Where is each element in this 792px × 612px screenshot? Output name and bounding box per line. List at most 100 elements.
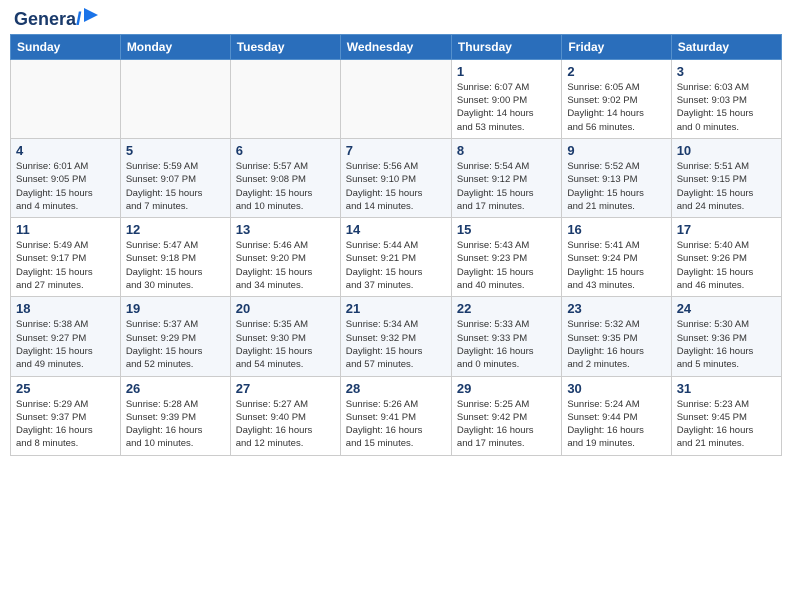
day-info: Sunrise: 5:24 AM Sunset: 9:44 PM Dayligh…	[567, 398, 665, 451]
weekday-header-saturday: Saturday	[671, 34, 781, 59]
day-info: Sunrise: 5:49 AM Sunset: 9:17 PM Dayligh…	[16, 239, 115, 292]
calendar-cell: 17Sunrise: 5:40 AM Sunset: 9:26 PM Dayli…	[671, 218, 781, 297]
calendar-cell: 25 Sunrise: 5:29 AM Sunset: 9:37 PM Dayli…	[11, 376, 121, 455]
day-info: Sunrise: 5:52 AM Sunset: 9:13 PM Dayligh…	[567, 160, 665, 213]
calendar-cell: 13 Sunrise: 5:46 AM Sunset: 9:20 PM Dayli…	[230, 218, 340, 297]
calendar-cell: 30 Sunrise: 5:24 AM Sunset: 9:44 PM Dayli…	[562, 376, 671, 455]
day-info: Sunrise: 5:28 AM Sunset: 9:39 PM Dayligh…	[126, 398, 225, 451]
calendar-cell: 24Sunrise: 5:30 AM Sunset: 9:36 PM Dayli…	[671, 297, 781, 376]
logo-text: General	[14, 10, 81, 30]
day-info: Sunrise: 5:29 AM Sunset: 9:37 PM Dayligh…	[16, 398, 115, 451]
day-info: Sunrise: 5:59 AM Sunset: 9:07 PM Dayligh…	[126, 160, 225, 213]
calendar-cell: 2Sunrise: 6:05 AM Sunset: 9:02 PM Daylig…	[562, 59, 671, 138]
calendar-cell: 20Sunrise: 5:35 AM Sunset: 9:30 PM Dayli…	[230, 297, 340, 376]
day-number: 6	[236, 143, 335, 158]
day-number: 12	[126, 222, 225, 237]
calendar-cell: 19 Sunrise: 5:37 AM Sunset: 9:29 PM Dayli…	[120, 297, 230, 376]
day-number: 31	[677, 381, 776, 396]
calendar-cell: 3 Sunrise: 6:03 AM Sunset: 9:03 PM Daylig…	[671, 59, 781, 138]
calendar-table: SundayMondayTuesdayWednesdayThursdayFrid…	[10, 34, 782, 456]
day-number: 23	[567, 301, 665, 316]
day-info: Sunrise: 6:05 AM Sunset: 9:02 PM Dayligh…	[567, 81, 665, 134]
day-info: Sunrise: 5:46 AM Sunset: 9:20 PM Dayligh…	[236, 239, 335, 292]
day-number: 9	[567, 143, 665, 158]
day-number: 30	[567, 381, 665, 396]
day-info: Sunrise: 5:43 AM Sunset: 9:23 PM Dayligh…	[457, 239, 556, 292]
day-info: Sunrise: 6:01 AM Sunset: 9:05 PM Dayligh…	[16, 160, 115, 213]
day-number: 27	[236, 381, 335, 396]
calendar-cell: 7 Sunrise: 5:56 AM Sunset: 9:10 PM Daylig…	[340, 138, 451, 217]
day-number: 14	[346, 222, 446, 237]
day-info: Sunrise: 5:51 AM Sunset: 9:15 PM Dayligh…	[677, 160, 776, 213]
calendar-week-3: 11Sunrise: 5:49 AM Sunset: 9:17 PM Dayli…	[11, 218, 782, 297]
weekday-header-friday: Friday	[562, 34, 671, 59]
day-info: Sunrise: 5:26 AM Sunset: 9:41 PM Dayligh…	[346, 398, 446, 451]
day-number: 26	[126, 381, 225, 396]
day-number: 8	[457, 143, 556, 158]
day-info: Sunrise: 5:37 AM Sunset: 9:29 PM Dayligh…	[126, 318, 225, 371]
calendar-week-4: 18 Sunrise: 5:38 AM Sunset: 9:27 PM Dayli…	[11, 297, 782, 376]
day-number: 13	[236, 222, 335, 237]
day-info: Sunrise: 5:44 AM Sunset: 9:21 PM Dayligh…	[346, 239, 446, 292]
day-info: Sunrise: 5:41 AM Sunset: 9:24 PM Dayligh…	[567, 239, 665, 292]
calendar-cell: 12 Sunrise: 5:47 AM Sunset: 9:18 PM Dayli…	[120, 218, 230, 297]
calendar-cell: 23 Sunrise: 5:32 AM Sunset: 9:35 PM Dayli…	[562, 297, 671, 376]
day-number: 22	[457, 301, 556, 316]
calendar-cell	[120, 59, 230, 138]
day-info: Sunrise: 5:57 AM Sunset: 9:08 PM Dayligh…	[236, 160, 335, 213]
calendar-week-5: 25 Sunrise: 5:29 AM Sunset: 9:37 PM Dayli…	[11, 376, 782, 455]
day-number: 21	[346, 301, 446, 316]
day-info: Sunrise: 5:34 AM Sunset: 9:32 PM Dayligh…	[346, 318, 446, 371]
day-number: 5	[126, 143, 225, 158]
weekday-header-monday: Monday	[120, 34, 230, 59]
calendar-cell: 11Sunrise: 5:49 AM Sunset: 9:17 PM Dayli…	[11, 218, 121, 297]
day-info: Sunrise: 5:23 AM Sunset: 9:45 PM Dayligh…	[677, 398, 776, 451]
calendar-cell: 9 Sunrise: 5:52 AM Sunset: 9:13 PM Daylig…	[562, 138, 671, 217]
calendar-cell: 15Sunrise: 5:43 AM Sunset: 9:23 PM Dayli…	[451, 218, 561, 297]
weekday-header-sunday: Sunday	[11, 34, 121, 59]
calendar-cell: 21 Sunrise: 5:34 AM Sunset: 9:32 PM Dayli…	[340, 297, 451, 376]
page-header: General	[10, 10, 782, 26]
day-number: 4	[16, 143, 115, 158]
calendar-cell: 31 Sunrise: 5:23 AM Sunset: 9:45 PM Dayli…	[671, 376, 781, 455]
logo-general-italic: l	[76, 9, 81, 29]
day-number: 24	[677, 301, 776, 316]
day-info: Sunrise: 5:33 AM Sunset: 9:33 PM Dayligh…	[457, 318, 556, 371]
day-info: Sunrise: 5:25 AM Sunset: 9:42 PM Dayligh…	[457, 398, 556, 451]
calendar-cell	[230, 59, 340, 138]
day-info: Sunrise: 5:32 AM Sunset: 9:35 PM Dayligh…	[567, 318, 665, 371]
day-number: 28	[346, 381, 446, 396]
calendar-cell: 26 Sunrise: 5:28 AM Sunset: 9:39 PM Dayli…	[120, 376, 230, 455]
day-number: 7	[346, 143, 446, 158]
day-number: 1	[457, 64, 556, 79]
day-number: 19	[126, 301, 225, 316]
weekday-header-wednesday: Wednesday	[340, 34, 451, 59]
calendar-cell: 1 Sunrise: 6:07 AM Sunset: 9:00 PM Daylig…	[451, 59, 561, 138]
day-number: 18	[16, 301, 115, 316]
calendar-cell: 27 Sunrise: 5:27 AM Sunset: 9:40 PM Dayli…	[230, 376, 340, 455]
day-number: 3	[677, 64, 776, 79]
day-number: 25	[16, 381, 115, 396]
logo: General	[14, 10, 102, 26]
day-number: 10	[677, 143, 776, 158]
calendar-cell	[340, 59, 451, 138]
calendar-cell: 10 Sunrise: 5:51 AM Sunset: 9:15 PM Dayli…	[671, 138, 781, 217]
calendar-cell: 5 Sunrise: 5:59 AM Sunset: 9:07 PM Daylig…	[120, 138, 230, 217]
day-info: Sunrise: 5:27 AM Sunset: 9:40 PM Dayligh…	[236, 398, 335, 451]
calendar-cell: 8 Sunrise: 5:54 AM Sunset: 9:12 PM Daylig…	[451, 138, 561, 217]
day-number: 16	[567, 222, 665, 237]
calendar-cell: 29 Sunrise: 5:25 AM Sunset: 9:42 PM Dayli…	[451, 376, 561, 455]
day-info: Sunrise: 5:56 AM Sunset: 9:10 PM Dayligh…	[346, 160, 446, 213]
day-number: 29	[457, 381, 556, 396]
weekday-header-row: SundayMondayTuesdayWednesdayThursdayFrid…	[11, 34, 782, 59]
weekday-header-thursday: Thursday	[451, 34, 561, 59]
day-number: 17	[677, 222, 776, 237]
calendar-week-2: 4 Sunrise: 6:01 AM Sunset: 9:05 PM Daylig…	[11, 138, 782, 217]
day-info: Sunrise: 5:38 AM Sunset: 9:27 PM Dayligh…	[16, 318, 115, 371]
day-info: Sunrise: 6:03 AM Sunset: 9:03 PM Dayligh…	[677, 81, 776, 134]
day-info: Sunrise: 5:54 AM Sunset: 9:12 PM Dayligh…	[457, 160, 556, 213]
calendar-cell: 28 Sunrise: 5:26 AM Sunset: 9:41 PM Dayli…	[340, 376, 451, 455]
logo-general: Genera	[14, 9, 76, 29]
day-info: Sunrise: 6:07 AM Sunset: 9:00 PM Dayligh…	[457, 81, 556, 134]
day-info: Sunrise: 5:47 AM Sunset: 9:18 PM Dayligh…	[126, 239, 225, 292]
